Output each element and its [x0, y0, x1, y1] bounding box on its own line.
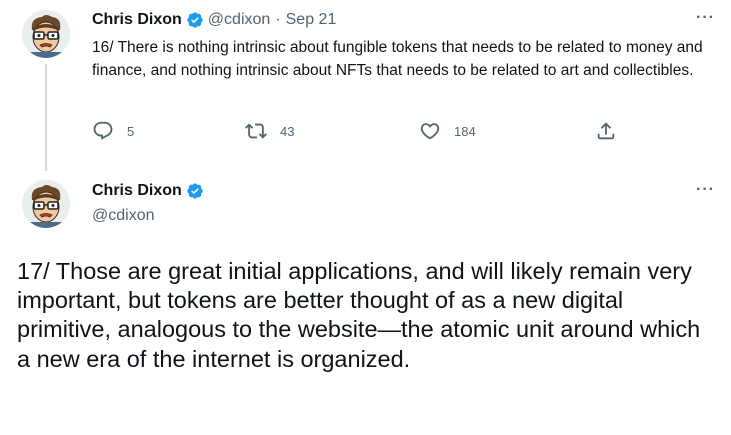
author-handle[interactable]: @cdixon	[92, 207, 155, 225]
like-button[interactable]: 184	[419, 120, 476, 142]
heart-icon	[420, 123, 440, 140]
tweet1-action-bar: 5 43 184	[92, 120, 632, 150]
tweet1-text: 16/ There is nothing intrinsic about fun…	[92, 39, 703, 79]
reply-button[interactable]: 5	[92, 120, 134, 142]
tweet1-header: Chris Dixon @cdixon · Sep 21	[92, 11, 336, 29]
verified-badge-icon	[187, 12, 203, 28]
avatar[interactable]	[22, 180, 70, 228]
avatar-cartoon-icon	[22, 180, 70, 228]
retweet-button[interactable]: 43	[245, 120, 294, 142]
thread-connector-line	[45, 64, 47, 171]
author-name[interactable]: Chris Dixon	[92, 11, 182, 29]
more-options-icon[interactable]: ···	[696, 9, 715, 27]
retweet-icon	[245, 123, 267, 139]
verified-badge-icon	[187, 183, 203, 199]
like-count: 184	[454, 123, 476, 139]
reply-count: 5	[127, 123, 135, 139]
author-name[interactable]: Chris Dixon	[92, 182, 182, 200]
tweet2-text: 17/ Those are great initial applications…	[17, 258, 701, 372]
reply-icon	[93, 121, 113, 140]
avatar-cartoon-icon	[22, 10, 70, 58]
author-handle[interactable]: @cdixon	[208, 11, 271, 29]
retweet-count: 43	[280, 123, 295, 139]
share-button[interactable]	[595, 120, 617, 142]
tweet2-header: Chris Dixon	[92, 182, 208, 200]
avatar[interactable]	[22, 10, 70, 58]
tweet-date[interactable]: Sep 21	[286, 11, 337, 29]
separator-dot: ·	[275, 11, 281, 28]
more-options-icon[interactable]: ···	[696, 181, 715, 199]
share-icon	[597, 122, 615, 140]
tweet-thread: Chris Dixon @cdixon · Sep 21 ··· 16/ The…	[0, 0, 731, 435]
